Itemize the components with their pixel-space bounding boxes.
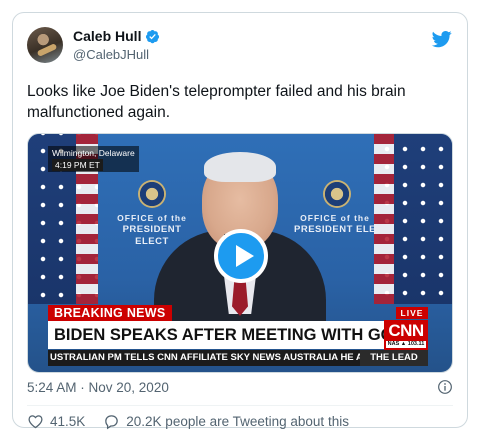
like-count: 41.5K <box>50 413 86 429</box>
us-flag-right <box>374 134 452 304</box>
dateline-location: Wilmington, Delaware <box>52 148 135 158</box>
conversation-text: 20.2K people are Tweeting about this <box>126 413 349 429</box>
tweet-timestamp[interactable]: 5:24 AM · Nov 20, 2020 <box>27 380 169 395</box>
author-display-name[interactable]: Caleb Hull <box>73 28 141 44</box>
tweet-header: Caleb Hull @CalebJHull <box>27 27 453 69</box>
conversation-button[interactable]: 20.2K people are Tweeting about this <box>103 413 349 430</box>
tweet-card: Caleb Hull @CalebJHull Looks like Joe Bi… <box>12 12 468 431</box>
live-badge: LIVE <box>396 307 428 319</box>
author-handle[interactable]: @CalebJHull <box>73 47 160 62</box>
news-ticker: USTRALIAN PM TELLS CNN AFFILIATE SKY NEW… <box>48 350 386 366</box>
breaking-news-label: BREAKING NEWS <box>48 305 172 321</box>
verified-badge-icon <box>146 29 160 43</box>
video-player[interactable]: OFFICE of the PRESIDENT ELECT OFFICE of … <box>27 133 453 373</box>
speech-bubble-icon <box>105 414 119 429</box>
tweet-text: Looks like Joe Biden's teleprompter fail… <box>27 83 406 121</box>
dateline: Wilmington, Delaware 4:19 PM ET <box>48 146 139 172</box>
info-icon[interactable] <box>437 379 453 395</box>
show-name: THE LEAD <box>360 350 428 366</box>
play-icon[interactable] <box>214 229 268 283</box>
heart-icon <box>28 414 43 428</box>
market-ticker: NAS ▲ 103.11 <box>386 341 426 348</box>
avatar[interactable] <box>27 27 63 63</box>
author-block: Caleb Hull @CalebJHull <box>73 27 160 62</box>
network-name: CNN <box>388 321 424 340</box>
twitter-bird-icon[interactable] <box>431 29 453 49</box>
dateline-time: 4:19 PM ET <box>52 159 103 171</box>
chyron-headline: BIDEN SPEAKS AFTER MEETING WITH GOVERNOR… <box>48 321 388 349</box>
like-button[interactable]: 41.5K <box>27 413 85 430</box>
divider <box>27 405 453 406</box>
cnn-logo: CNN NAS ▲ 103.11 <box>384 320 428 350</box>
tweet-actions: 41.5K 20.2K people are Tweeting about th… <box>27 411 349 431</box>
